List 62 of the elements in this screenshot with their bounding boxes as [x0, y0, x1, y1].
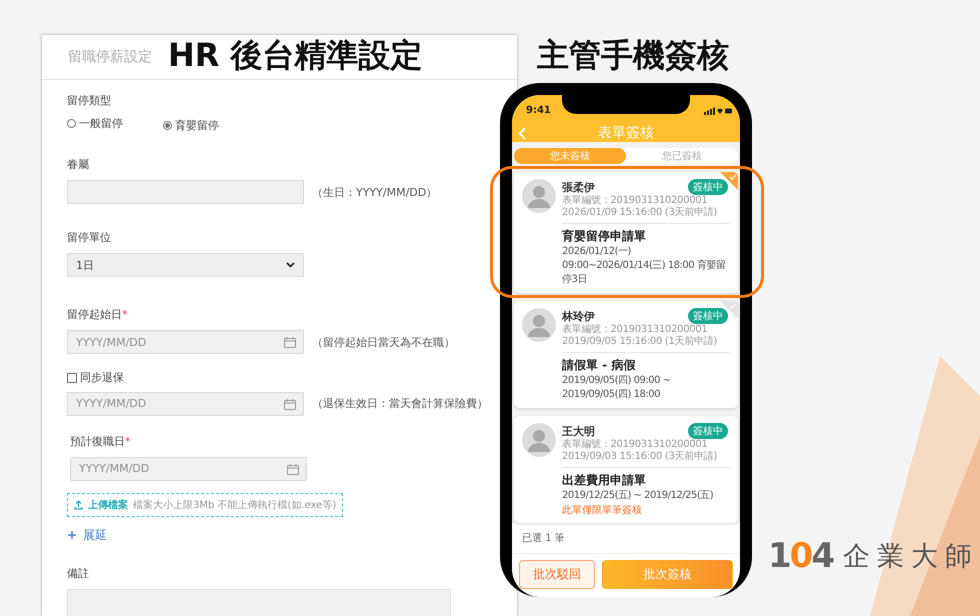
date-field[interactable]: YYYY/MM/DD	[67, 330, 304, 354]
checkmark-corner-icon[interactable]	[720, 172, 738, 190]
calendar-icon	[287, 464, 299, 474]
logo-number: 104	[768, 536, 834, 576]
upload-note: 檔案大小上限3Mb 不能上傳執行檔(如.exe等)	[133, 498, 336, 512]
avatar-icon	[522, 423, 556, 457]
headline: HR 後台精準設定	[168, 35, 423, 76]
field-hint: （退保生效日：當天會計算保險費）	[312, 396, 488, 411]
field-label: 備註	[67, 566, 90, 580]
panel-title: 留職停薪設定	[68, 48, 152, 66]
submitted-time: 2019/09/05 15:16:00 (1天前申請)	[562, 336, 718, 348]
applicant-name: 林玲伊	[562, 308, 595, 324]
headline: 主管手機簽核	[537, 35, 729, 76]
status-badge: 簽核中	[688, 308, 728, 324]
back-icon[interactable]	[518, 126, 526, 140]
checkbox[interactable]: 同步退保	[67, 370, 124, 385]
submitted-time: 2026/01/09 15:16:00 (3天前申請)	[562, 207, 718, 219]
applicant-name: 張柔伊	[562, 180, 595, 194]
form-title: 出差費用申請單	[562, 472, 647, 489]
text-field[interactable]	[67, 180, 304, 204]
selected-count: 已選 1 筆	[512, 523, 740, 554]
field-hint: （留停起始日當天為不在職）	[312, 334, 455, 350]
date-field[interactable]: YYYY/MM/DD	[70, 456, 307, 480]
form-period: 2026/01/12(一) 09:00~2026/01/14(三) 18:00 育嬰留停3日	[562, 245, 726, 287]
status-badge: 簽核中	[688, 423, 728, 439]
plus-icon	[67, 530, 77, 540]
avatar-icon	[522, 308, 556, 342]
form-number: 表單編號：2019031310200001	[562, 195, 708, 206]
field-label: 留停類型	[67, 93, 112, 108]
extend-link[interactable]: 展延	[67, 526, 107, 544]
field-label: 眷屬	[67, 157, 90, 172]
form-period: 2019/12/25(五) ~ 2019/12/25(五)	[562, 489, 714, 503]
avatar-icon	[522, 179, 556, 213]
approval-card[interactable]: 張柔伊 簽核中 表單編號：2019031310200001 2026/01/09 15:16:00 (3天前申請) 育嬰留停申請單 2026/01/12(一) 09:00~2026/01/14(三) 18:00 育嬰留停3日	[514, 172, 738, 293]
status-badge: 簽核中	[688, 179, 728, 195]
logo-name: 企業大師	[843, 540, 980, 574]
upload-icon	[74, 500, 83, 510]
radio-option[interactable]: 一般留停	[67, 116, 123, 131]
field-label: 預計復職日*	[70, 434, 132, 448]
field-hint: （生日：YYYY/MM/DD）	[312, 184, 438, 200]
form-title: 育嬰留停申請單	[562, 228, 647, 245]
checkmark-corner-icon[interactable]	[720, 301, 738, 319]
form-period: 2019/09/05(四) 09:00 ~ 2019/09/05(四) 18:00	[562, 374, 672, 402]
approval-card[interactable]: 林玲伊 簽核中 表單編號：2019031310200001 2019/09/05 15:16:00 (1天前申請) 請假單 - 病假 2019/09/05(四) 09:00 ~ 2019/09/05(四) 18:00	[514, 301, 738, 408]
field-label: 留停單位	[67, 230, 112, 245]
radio-option[interactable]: 育嬰留停	[163, 118, 219, 133]
screen-title: 表單簽核	[598, 124, 654, 142]
form-number: 表單編號：2019031310200001	[562, 324, 708, 336]
dropdown-field[interactable]: 1日	[67, 253, 304, 277]
calendar-icon	[284, 337, 296, 348]
status-time: 9:41	[526, 105, 551, 116]
field-label: 留停起始日*	[67, 307, 128, 322]
date-field[interactable]: YYYY/MM/DD	[67, 392, 304, 416]
form-title: 請假單 - 病假	[562, 357, 636, 374]
form-note: 此單僅限單筆簽核	[562, 504, 643, 517]
approval-card[interactable]: 王大明 簽核中 表單編號：2019031310200001 2019/09/03 15:16:00 (3天前申請) 出差費用申請單 2019/12/25(五) ~ 2019/12/25(五) 此單僅限單筆簽核	[514, 416, 738, 523]
status-icons	[704, 106, 732, 114]
calendar-icon	[284, 398, 296, 410]
applicant-name: 王大明	[562, 424, 595, 438]
form-number: 表單編號：2019031310200001	[562, 439, 708, 450]
submitted-time: 2019/09/03 15:16:00 (3天前申請)	[562, 451, 718, 463]
chevron-down-icon	[286, 262, 295, 268]
